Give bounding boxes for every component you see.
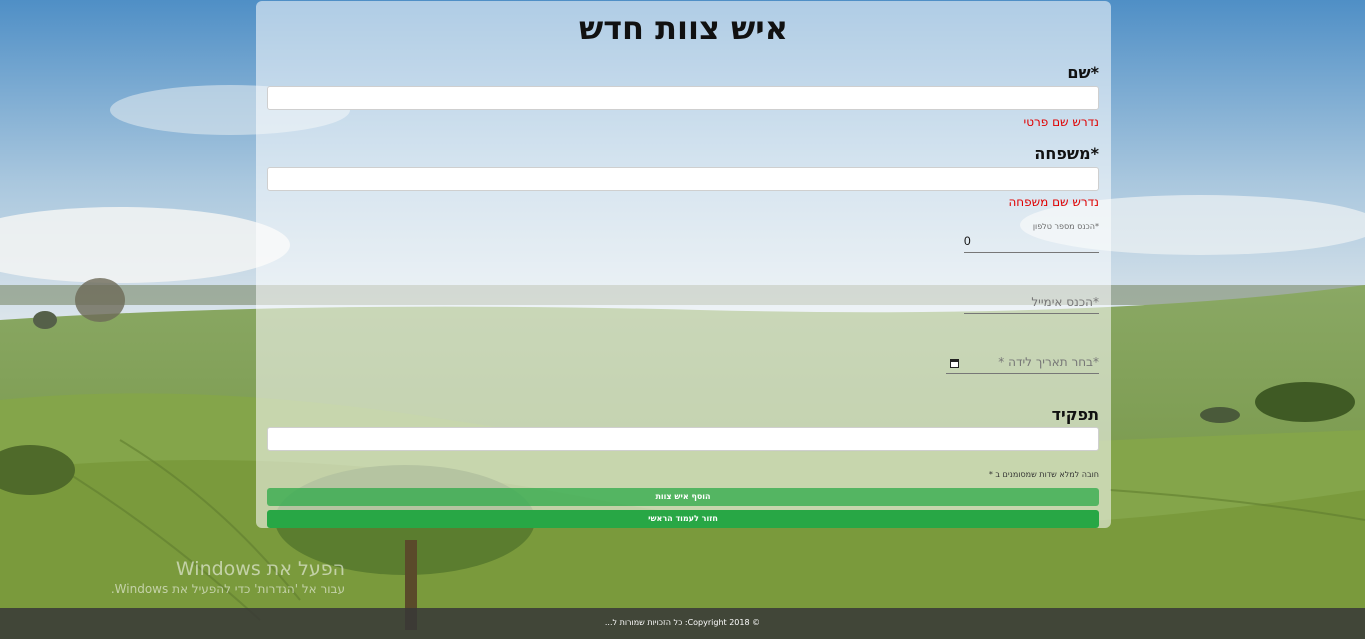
last-name-label: *משפחה	[1034, 144, 1099, 163]
last-name-error: נדרש שם משפחה	[1008, 195, 1099, 209]
role-input[interactable]	[267, 427, 1099, 451]
footer: © 2018 Copyright: כל הזכויות שמורות ל...	[0, 608, 1365, 639]
email-field[interactable]: *הכנס אימייל	[964, 295, 1099, 314]
birth-date-field[interactable]: *בחר תאריך לידה *	[946, 355, 1099, 374]
phone-label: *הכנס מספר טלפון	[1032, 222, 1099, 231]
first-name-input[interactable]	[267, 86, 1099, 110]
phone-value[interactable]: 0	[964, 234, 1099, 252]
first-name-error: נדרש שם פרטי	[1023, 115, 1099, 129]
last-name-input[interactable]	[267, 167, 1099, 191]
windows-activation-watermark: הפעל את Windows עבור אל 'הגדרות' כדי להפ…	[70, 558, 345, 596]
back-home-button[interactable]: חזור לעמוד הראשי	[267, 510, 1099, 528]
watermark-line2: עבור אל 'הגדרות' כדי להפעיל את Windows.	[110, 582, 345, 596]
birth-date-placeholder: *בחר תאריך לידה *	[998, 355, 1099, 369]
watermark-line1: הפעל את Windows	[175, 558, 345, 580]
new-staff-form-card: איש צוות חדש *שם נדרש שם פרטי *משפחה נדר…	[256, 1, 1111, 528]
required-fields-note: חובה למלא שדות שמסומנים ב *	[988, 470, 1099, 479]
copyright-text: © 2018 Copyright: כל הזכויות שמורות ל...	[604, 618, 761, 627]
phone-field[interactable]: *הכנס מספר טלפון 0	[964, 222, 1099, 253]
page-title: איש צוות חדש	[578, 9, 789, 47]
calendar-icon[interactable]	[950, 359, 959, 368]
add-staff-button[interactable]: הוסף איש צוות	[267, 488, 1099, 506]
role-label: תפקיד	[1051, 405, 1099, 424]
first-name-label: *שם	[1067, 63, 1099, 82]
email-placeholder: *הכנס אימייל	[1031, 295, 1099, 309]
